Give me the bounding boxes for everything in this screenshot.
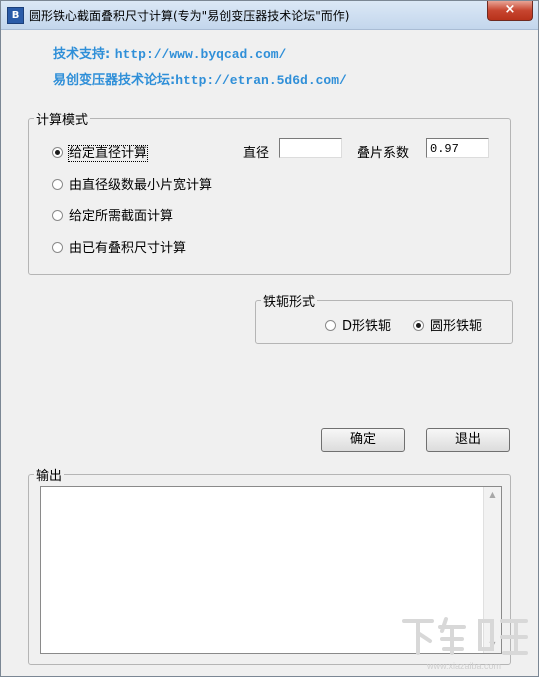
diameter-input[interactable] (279, 138, 342, 158)
main-window: B 圆形铁心截面叠积尺寸计算(专为"易创变压器技术论坛"而作) × 技术支持: … (0, 0, 539, 677)
radio-min-width[interactable]: 由直径级数最小片宽计算 (52, 174, 212, 193)
forum-label: 易创变压器技术论坛: (53, 73, 176, 88)
radio-d-yoke[interactable]: D形铁轭 (325, 315, 391, 334)
support-url[interactable]: http://www.byqcad.com/ (115, 47, 287, 62)
exit-button[interactable]: 退出 (426, 428, 510, 452)
radio-dot[interactable] (413, 320, 424, 331)
stack-factor-label: 叠片系数 (357, 146, 410, 161)
title-bar[interactable]: B 圆形铁心截面叠积尺寸计算(专为"易创变压器技术论坛"而作) × (1, 1, 538, 30)
radio-round-yoke[interactable]: 圆形铁轭 (413, 315, 482, 334)
scroll-up-icon[interactable]: ▲ (484, 487, 501, 503)
support-link[interactable]: 技术支持: http://www.byqcad.com/ (53, 43, 286, 62)
diameter-label: 直径 (243, 146, 270, 161)
radio-label: 给定所需截面计算 (69, 209, 174, 224)
forum-url[interactable]: http://etran.5d6d.com/ (175, 73, 347, 88)
radio-label: 给定直径计算 (67, 145, 149, 162)
stack-factor-input[interactable]: 0.97 (426, 138, 489, 158)
radio-dot[interactable] (52, 242, 63, 253)
radio-label: 圆形铁轭 (430, 319, 483, 334)
radio-dot[interactable] (52, 210, 63, 221)
radio-label: 由已有叠积尺寸计算 (69, 241, 187, 256)
radio-given-diameter[interactable]: 给定直径计算 (52, 142, 149, 162)
app-icon: B (7, 7, 24, 24)
close-button[interactable]: × (487, 1, 533, 21)
watermark-url: www.xiazaiba.com (426, 661, 501, 671)
output-label: 输出 (34, 465, 65, 484)
yoke-label: 铁轭形式 (261, 291, 318, 310)
window-title: 圆形铁心截面叠积尺寸计算(专为"易创变压器技术论坛"而作) (29, 9, 350, 23)
radio-label: D形铁轭 (342, 319, 392, 334)
radio-dot[interactable] (325, 320, 336, 331)
calc-mode-label: 计算模式 (34, 109, 91, 128)
radio-existing-size[interactable]: 由已有叠积尺寸计算 (52, 237, 186, 256)
forum-link[interactable]: 易创变压器技术论坛:http://etran.5d6d.com/ (53, 69, 347, 88)
radio-dot[interactable] (52, 179, 63, 190)
radio-dot[interactable] (52, 147, 63, 158)
radio-given-section[interactable]: 给定所需截面计算 (52, 205, 173, 224)
radio-label: 由直径级数最小片宽计算 (69, 178, 213, 193)
ok-button[interactable]: 确定 (321, 428, 405, 452)
support-label: 技术支持: (53, 47, 111, 62)
watermark-logo: www.xiazaiba.com (402, 617, 528, 671)
